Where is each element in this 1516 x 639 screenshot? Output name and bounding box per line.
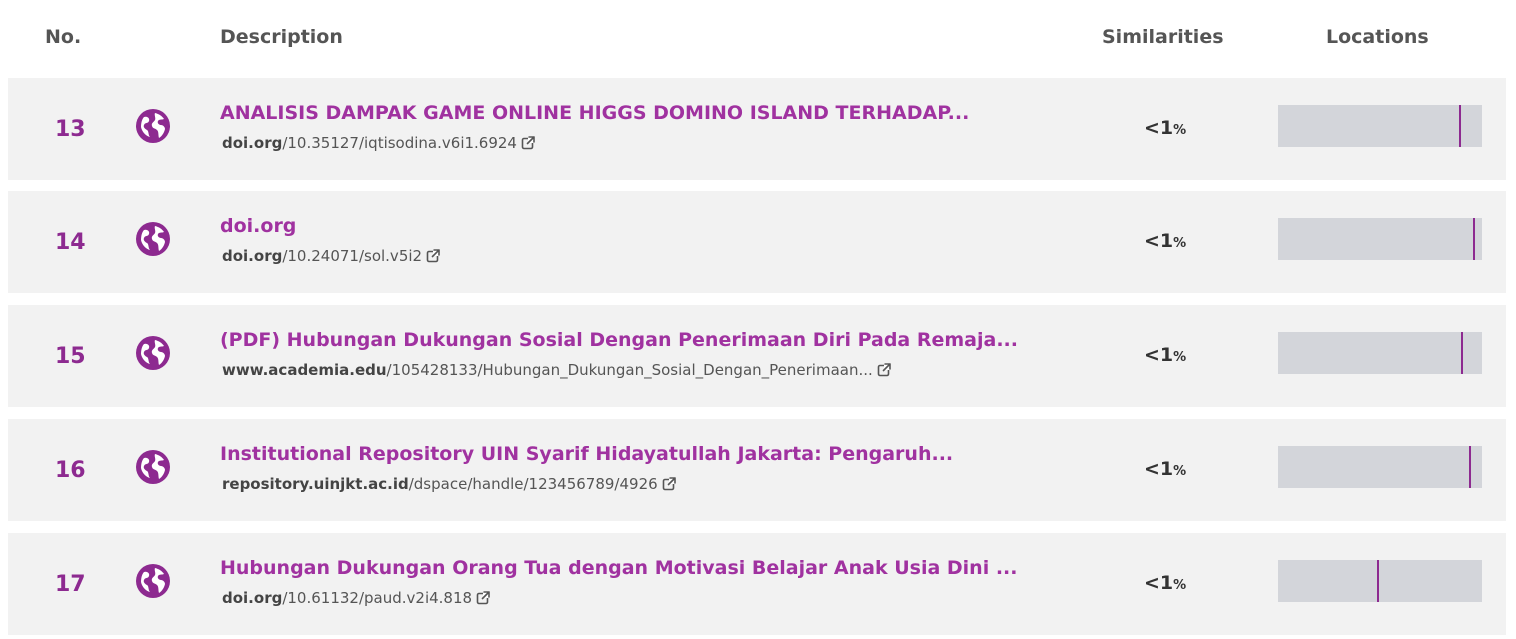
external-link-icon[interactable] — [476, 591, 491, 605]
globe-icon — [135, 563, 171, 599]
globe-icon — [135, 221, 171, 257]
table-row: 13 ANALISIS DAMPAK GAME ONLINE HIGGS DOMI… — [8, 78, 1506, 180]
location-bar[interactable] — [1278, 332, 1482, 374]
external-link-icon[interactable] — [521, 136, 535, 150]
row-number: 14 — [55, 230, 86, 255]
similarity-unit: % — [1173, 236, 1187, 251]
row-number: 17 — [55, 572, 86, 597]
location-marker[interactable] — [1473, 218, 1475, 260]
external-link-icon[interactable] — [426, 249, 441, 263]
source-url-link[interactable]: doi.org/10.35127/iqtisodina.v6i1.6924 — [222, 134, 535, 152]
url-domain: doi.org — [222, 589, 283, 607]
url-path: /dspace/handle/123456789/4926 — [408, 475, 658, 493]
source-url-link[interactable]: www.academia.edu/105428133/Hubungan_Duku… — [222, 361, 891, 379]
table-row: 15 (PDF) Hubungan Dukungan Sosial Dengan … — [8, 305, 1506, 407]
table-row: 17 Hubungan Dukungan Orang Tua dengan Mot… — [8, 533, 1506, 635]
location-marker[interactable] — [1377, 560, 1379, 602]
location-marker[interactable] — [1459, 105, 1461, 147]
globe-icon — [135, 335, 171, 371]
source-title-link[interactable]: (PDF) Hubungan Dukungan Sosial Dengan Pe… — [220, 329, 1018, 351]
url-path: /10.61132/paud.v2i4.818 — [282, 589, 473, 607]
similarity-number: <1 — [1144, 117, 1174, 139]
location-bar[interactable] — [1278, 446, 1482, 488]
url-domain: doi.org — [222, 134, 283, 152]
source-title-link[interactable]: doi.org — [220, 215, 296, 237]
source-title-link[interactable]: ANALISIS DAMPAK GAME ONLINE HIGGS DOMINO… — [220, 102, 969, 124]
similarity-number: <1 — [1144, 458, 1174, 480]
similarity-unit: % — [1173, 464, 1187, 479]
row-number: 15 — [55, 344, 86, 369]
table-row: 16 Institutional Repository UIN Syarif Hi… — [8, 419, 1506, 521]
url-path: /10.24071/sol.v5i2 — [282, 247, 423, 265]
source-url-link[interactable]: repository.uinjkt.ac.id/dspace/handle/12… — [222, 475, 676, 493]
similarity-value: <1% — [1144, 572, 1186, 594]
source-url-link[interactable]: doi.org/10.61132/paud.v2i4.818 — [222, 589, 491, 607]
source-url-link[interactable]: doi.org/10.24071/sol.v5i2 — [222, 247, 441, 265]
source-title-link[interactable]: Hubungan Dukungan Orang Tua dengan Motiv… — [220, 557, 1018, 579]
similarity-unit: % — [1173, 578, 1187, 593]
url-domain: www.academia.edu — [222, 361, 387, 379]
external-link-icon[interactable] — [662, 477, 676, 491]
similarity-value: <1% — [1144, 117, 1186, 139]
similarity-unit: % — [1173, 350, 1187, 365]
similarity-value: <1% — [1144, 230, 1186, 252]
similarity-value: <1% — [1144, 344, 1186, 366]
column-header-similarities: Similarities — [1102, 26, 1224, 48]
location-marker[interactable] — [1469, 446, 1471, 488]
table-header: No. Description Similarities Locations — [0, 0, 1516, 78]
column-header-locations: Locations — [1326, 26, 1429, 48]
similarity-number: <1 — [1144, 572, 1174, 594]
url-path: /10.35127/iqtisodina.v6i1.6924 — [282, 134, 517, 152]
location-bar[interactable] — [1278, 560, 1482, 602]
column-header-description: Description — [220, 26, 343, 48]
url-domain: doi.org — [222, 247, 283, 265]
table-row: 14 doi.org doi.org/10.24071/sol.v5i2 <1% — [8, 191, 1506, 293]
row-number: 16 — [55, 458, 86, 483]
url-path: /105428133/Hubungan_Dukungan_Sosial_Deng… — [386, 361, 873, 379]
similarity-number: <1 — [1144, 230, 1174, 252]
globe-icon — [135, 108, 171, 144]
similarity-number: <1 — [1144, 344, 1174, 366]
location-marker[interactable] — [1461, 332, 1463, 374]
similarity-unit: % — [1173, 123, 1187, 138]
row-number: 13 — [55, 117, 86, 142]
external-link-icon[interactable] — [877, 363, 891, 377]
location-bar[interactable] — [1278, 105, 1482, 147]
similarity-value: <1% — [1144, 458, 1186, 480]
url-domain: repository.uinjkt.ac.id — [222, 475, 409, 493]
column-header-no: No. — [45, 26, 82, 48]
globe-icon — [135, 449, 171, 485]
source-title-link[interactable]: Institutional Repository UIN Syarif Hida… — [220, 443, 953, 465]
location-bar[interactable] — [1278, 218, 1482, 260]
